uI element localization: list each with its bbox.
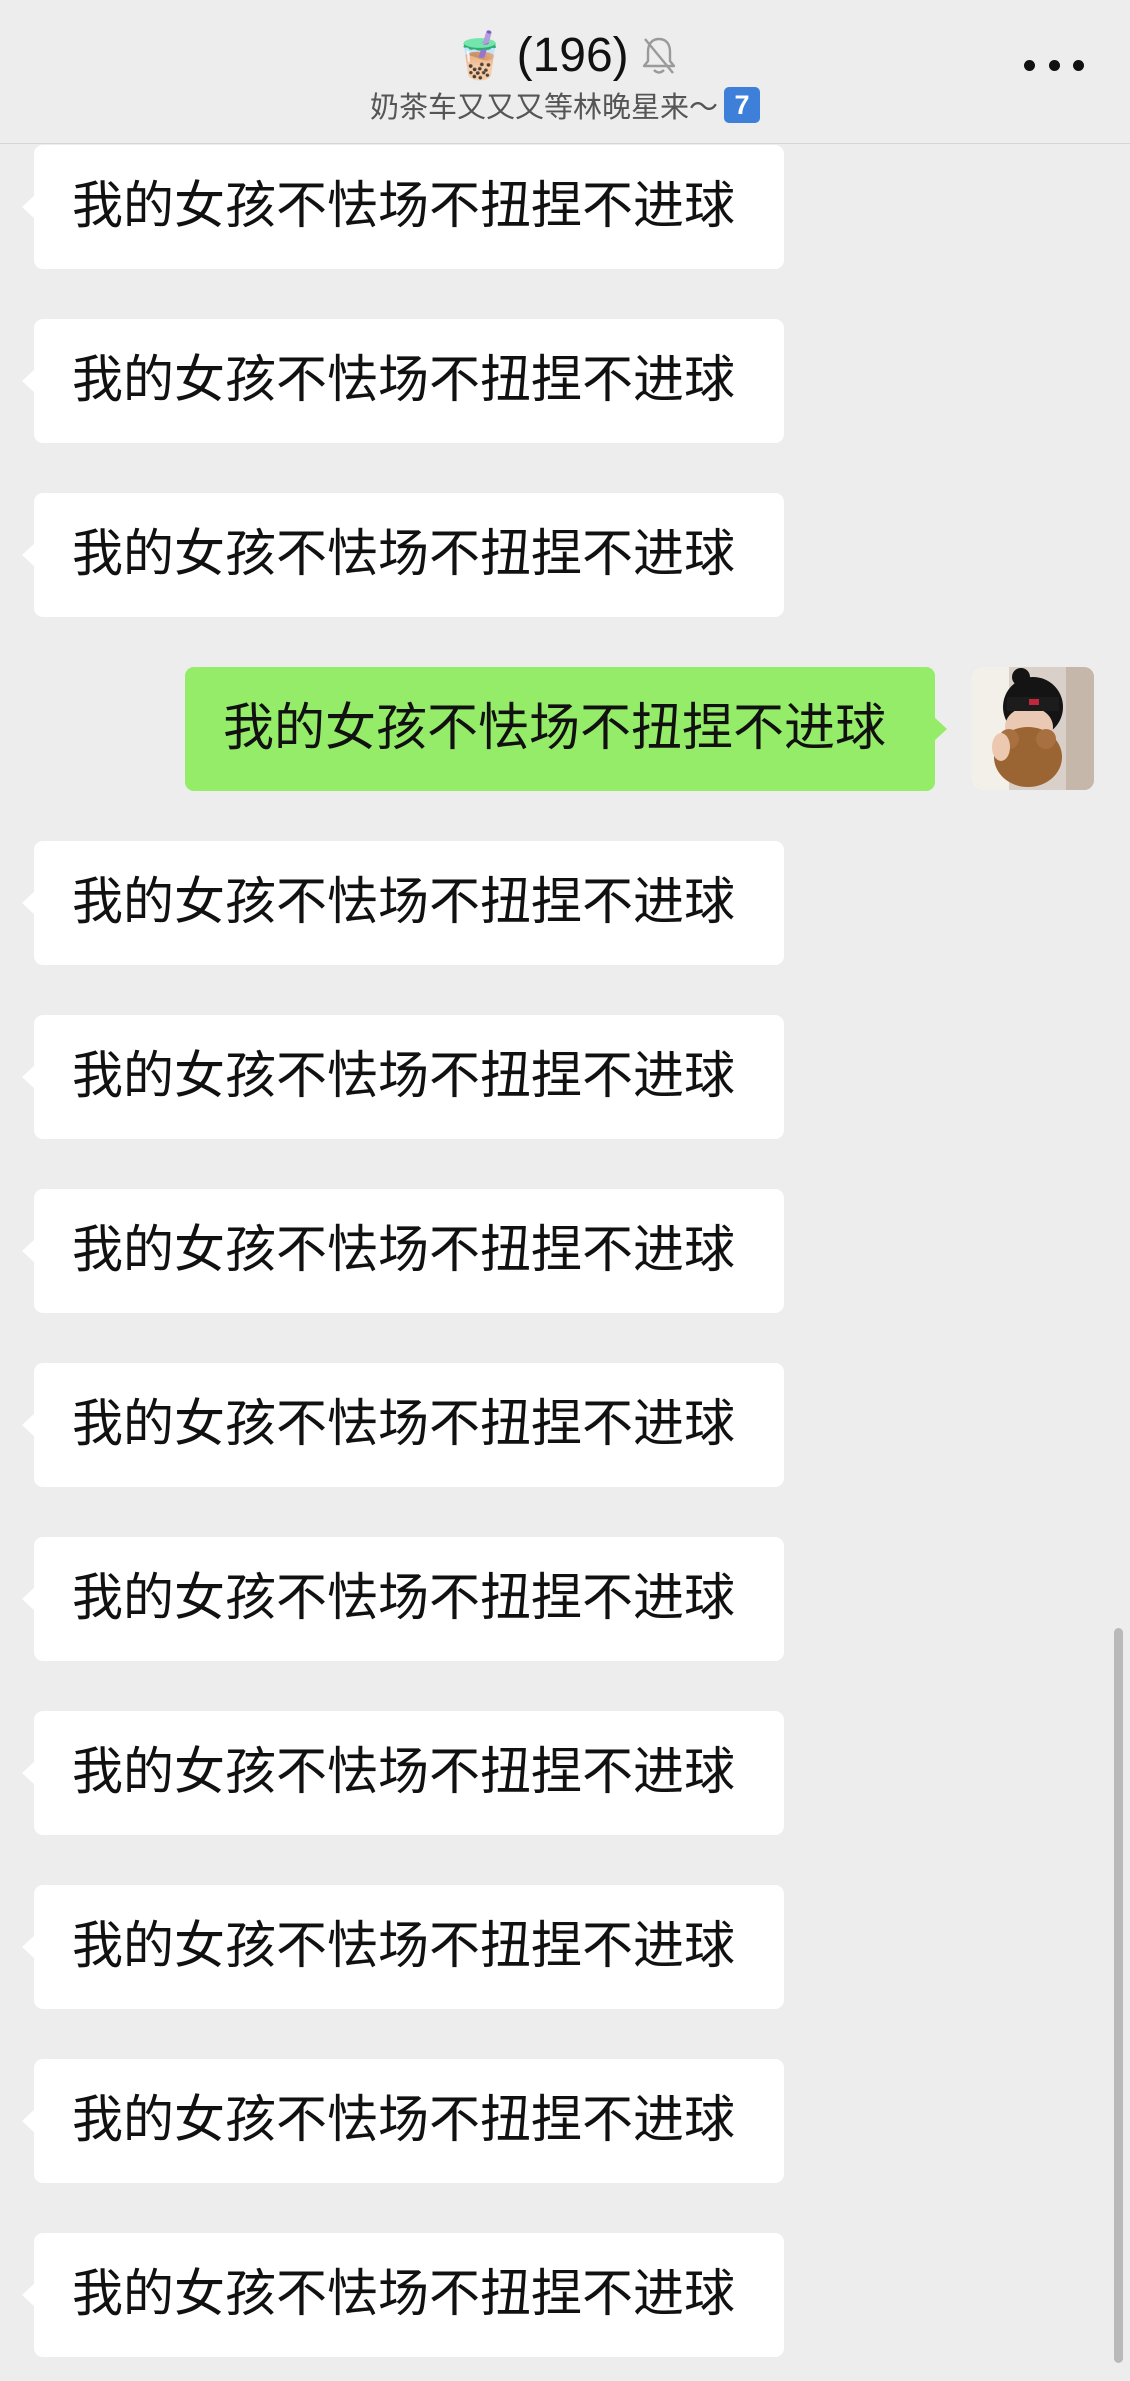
message-bubble-incoming[interactable]: 我的女孩不怯场不扭捏不进球 [22, 1537, 784, 1661]
message-row: 我的女孩不怯场不扭捏不进球 [0, 1363, 1130, 1487]
message-bubble-incoming[interactable]: 我的女孩不怯场不扭捏不进球 [22, 2059, 784, 2183]
message-row: 我的女孩不怯场不扭捏不进球 [0, 1189, 1130, 1313]
message-row: 我的女孩不怯场不扭捏不进球 [0, 1885, 1130, 2009]
dot [1048, 59, 1060, 71]
message-bubble-incoming[interactable]: 我的女孩不怯场不扭捏不进球 [22, 1189, 784, 1313]
message-row: 我的女孩不怯场不扭捏不进球 [0, 841, 1130, 965]
message-bubble-outgoing[interactable]: 我的女孩不怯场不扭捏不进球 [185, 667, 947, 791]
message-row: 我的女孩不怯场不扭捏不进球 [0, 1015, 1130, 1139]
dot [1024, 59, 1035, 71]
dot [1073, 59, 1084, 71]
message-bubble-incoming[interactable]: 我的女孩不怯场不扭捏不进球 [22, 1015, 784, 1139]
message-bubble-incoming[interactable]: 我的女孩不怯场不扭捏不进球 [22, 319, 784, 443]
chat-message-list[interactable]: 我的女孩不怯场不扭捏不进球 我的女孩不怯场不扭捏不进球 我的女孩不怯场不扭捏不进… [0, 0, 1130, 2381]
message-row: 我的女孩不怯场不扭捏不进球 [0, 145, 1130, 269]
message-bubble-incoming[interactable]: 我的女孩不怯场不扭捏不进球 [22, 2233, 784, 2357]
message-bubble-incoming[interactable]: 我的女孩不怯场不扭捏不进球 [22, 1885, 784, 2009]
message-bubble-incoming[interactable]: 我的女孩不怯场不扭捏不进球 [22, 1363, 784, 1487]
message-row: 我的女孩不怯场不扭捏不进球 [0, 2059, 1130, 2183]
message-bubble-incoming[interactable]: 我的女孩不怯场不扭捏不进球 [22, 841, 784, 965]
avatar[interactable] [971, 667, 1094, 790]
message-bubble-incoming[interactable]: 我的女孩不怯场不扭捏不进球 [22, 145, 784, 269]
member-count: (196) [516, 28, 629, 82]
bubble-tea-emoji: 🧋 [451, 27, 509, 82]
message-bubble-incoming[interactable]: 我的女孩不怯场不扭捏不进球 [22, 1711, 784, 1835]
message-row: 我的女孩不怯场不扭捏不进球 [0, 319, 1130, 443]
chat-title[interactable]: 🧋 (196) [0, 20, 1130, 90]
message-row: 我的女孩不怯场不扭捏不进球 [0, 1711, 1130, 1835]
chat-subtitle: 奶茶车又又又等林晚星来～ 7 [0, 84, 1130, 126]
more-dots-icon[interactable] [1024, 50, 1084, 80]
message-row: 我的女孩不怯场不扭捏不进球 [0, 2233, 1130, 2357]
message-row: 我的女孩不怯场不扭捏不进球 [0, 493, 1130, 617]
group-name: 奶茶车又又又等林晚星来～ [369, 90, 718, 124]
message-row-own: 我的女孩不怯场不扭捏不进球 [0, 667, 1130, 791]
message-row: 我的女孩不怯场不扭捏不进球 [0, 1537, 1130, 1661]
message-bubble-incoming[interactable]: 我的女孩不怯场不扭捏不进球 [22, 493, 784, 617]
bell-slash-icon [642, 37, 675, 74]
scrollbar[interactable] [1114, 1628, 1123, 2363]
chat-header: 🧋 (196) 奶茶车又又又等林晚星来～ 7 [0, 0, 1130, 144]
number-badge: 7 [724, 87, 760, 123]
